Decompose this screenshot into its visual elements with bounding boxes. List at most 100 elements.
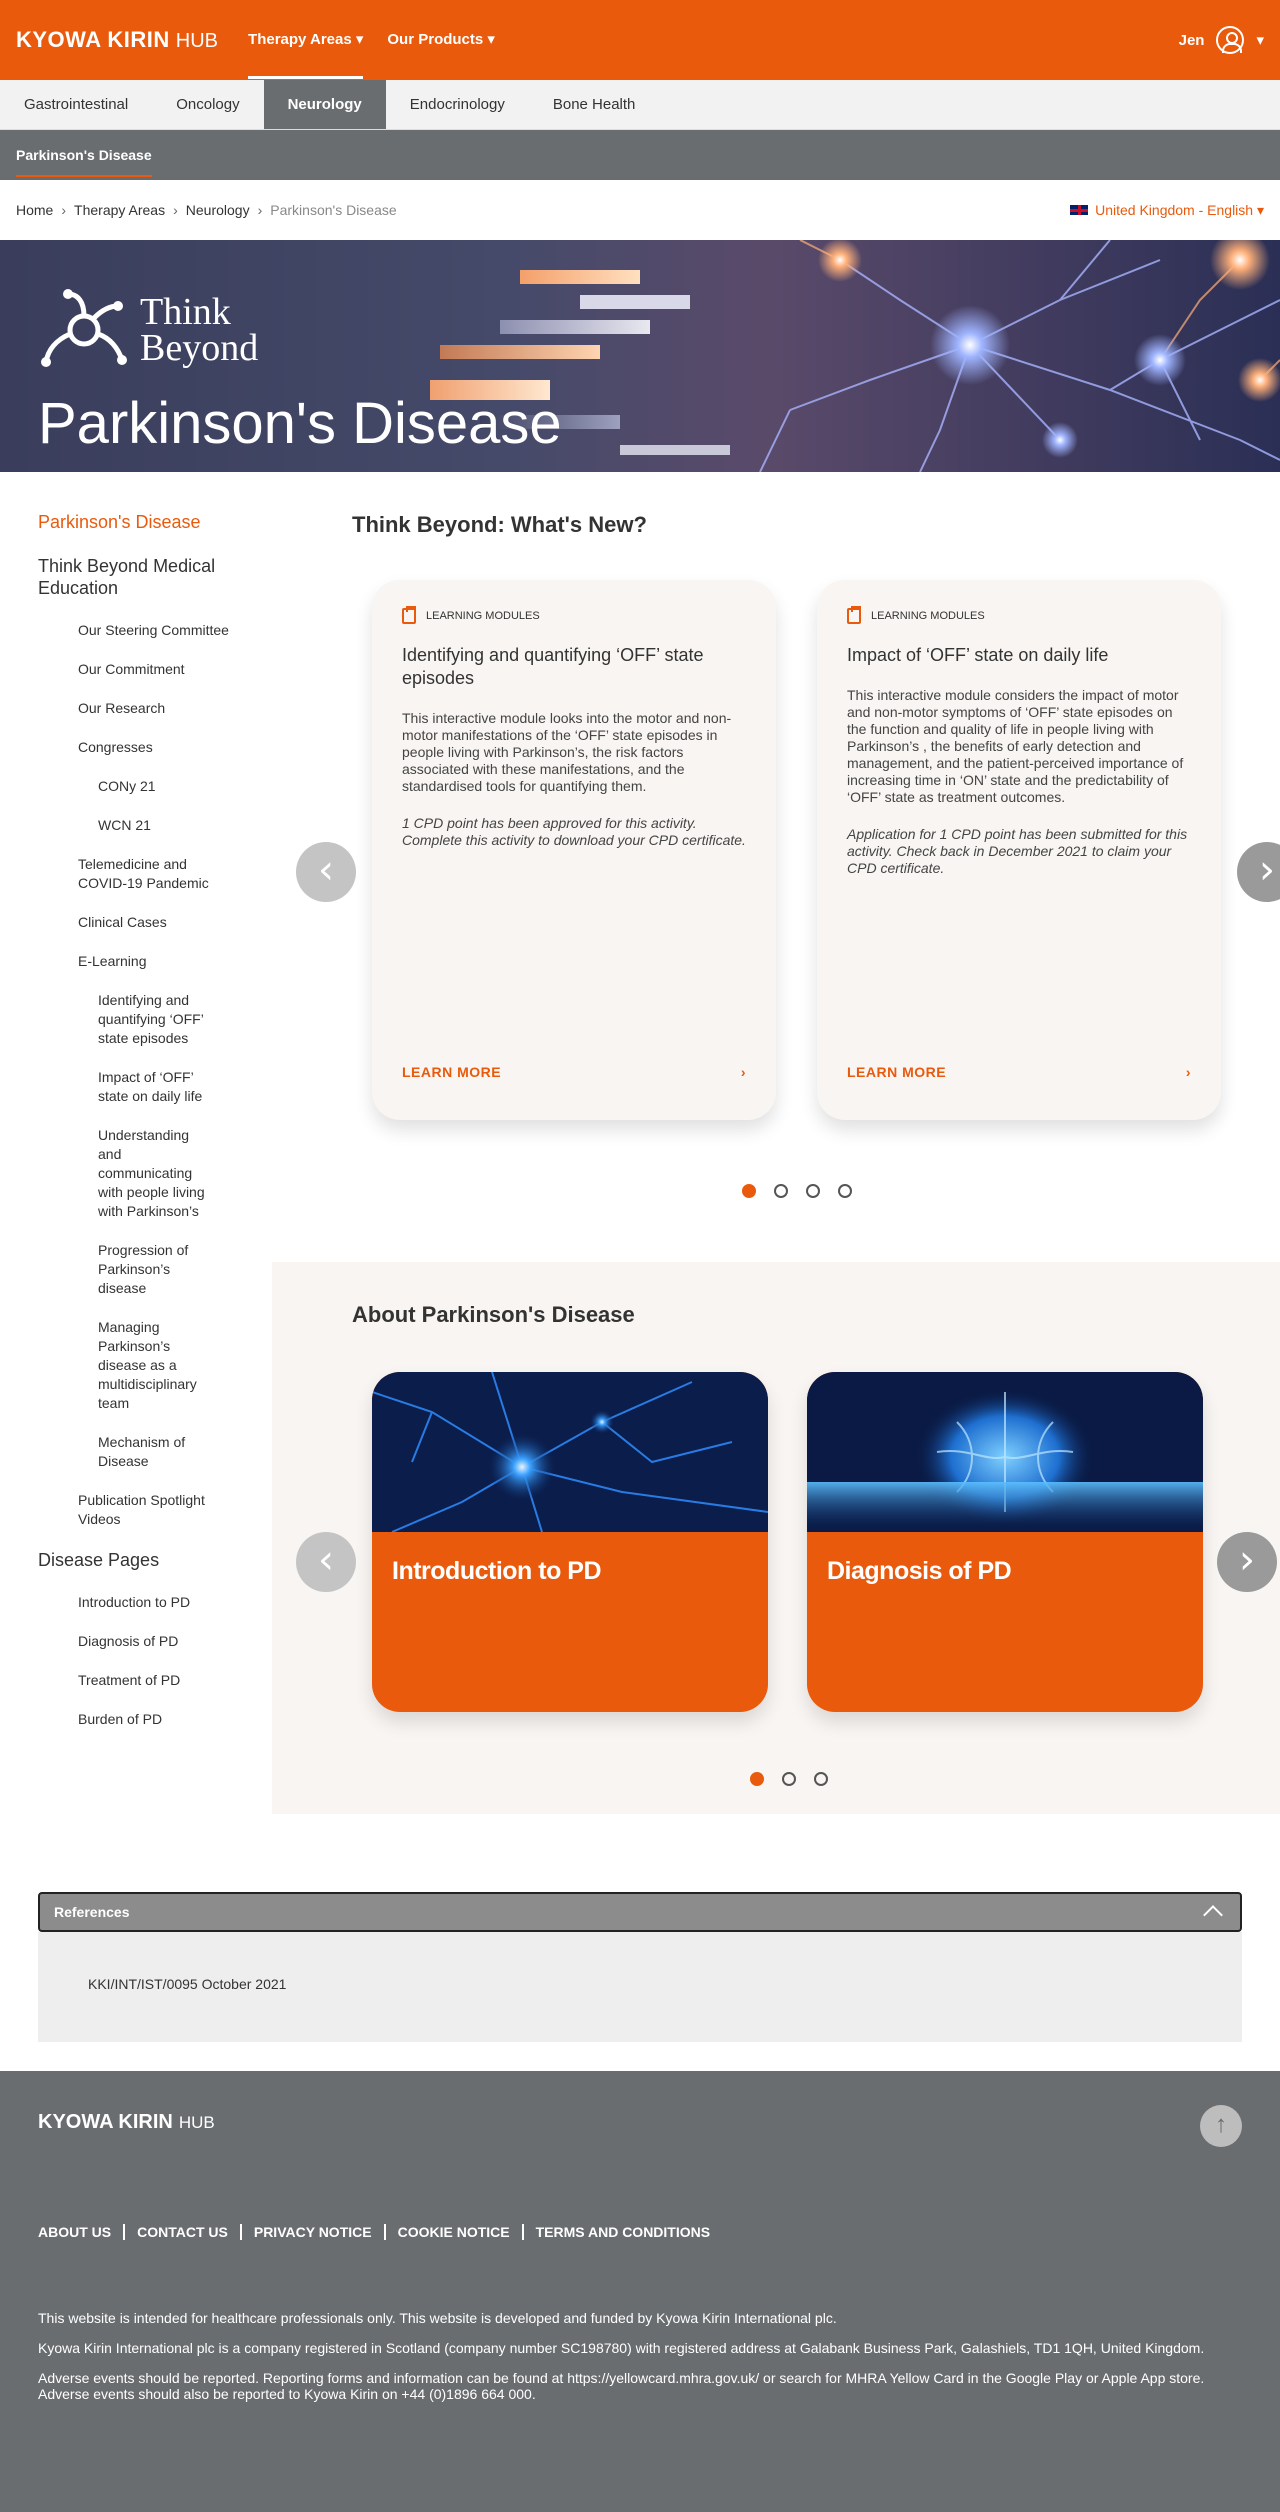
sidebar-item-clinical-cases[interactable]: Clinical Cases bbox=[38, 913, 238, 932]
footer-link-cookie[interactable]: COOKIE NOTICE bbox=[383, 2224, 522, 2240]
references-toggle[interactable]: References bbox=[38, 1892, 1242, 1932]
sidebar-item-commitment[interactable]: Our Commitment bbox=[38, 660, 238, 679]
sidebar-item-mechanism[interactable]: Mechanism of Disease bbox=[38, 1433, 188, 1471]
whats-new-title: Think Beyond: What's New? bbox=[352, 512, 647, 537]
references-panel: References KKI/INT/IST/0095 October 2021 bbox=[38, 1892, 1242, 2042]
about-carousel-next-button[interactable]: › bbox=[1217, 1532, 1277, 1592]
sub-nav: Parkinson's Disease bbox=[0, 130, 1280, 180]
card-title[interactable]: Identifying and quantifying ‘OFF’ state … bbox=[402, 644, 746, 690]
footer-link-about[interactable]: ABOUT US bbox=[38, 2224, 123, 2240]
sidebar-item-publication-spotlight[interactable]: Publication Spotlight Videos bbox=[38, 1491, 238, 1529]
carousel-dot[interactable] bbox=[750, 1772, 764, 1786]
module-card: LEARNING MODULES Impact of ‘OFF’ state o… bbox=[817, 580, 1221, 1120]
breadcrumb-chevron-icon: › bbox=[257, 202, 263, 218]
carousel-dot[interactable] bbox=[742, 1184, 756, 1198]
logo-hub: HUB bbox=[175, 30, 219, 52]
neuron-image bbox=[372, 1372, 768, 1533]
tab-oncology[interactable]: Oncology bbox=[152, 80, 263, 129]
uk-flag-icon bbox=[1069, 204, 1090, 216]
tab-endocrinology[interactable]: Endocrinology bbox=[386, 80, 529, 129]
sidebar-item-congresses[interactable]: Congresses bbox=[38, 738, 238, 757]
sidebar-item-understanding[interactable]: Understanding and communicating with peo… bbox=[38, 1126, 208, 1221]
footer-logo-brand: KYOWA KIRIN bbox=[38, 2111, 173, 2133]
language-selector[interactable]: United Kingdom - English ▾ bbox=[1069, 202, 1264, 219]
hero-light-stripe bbox=[440, 345, 600, 359]
hero-light-stripe bbox=[520, 270, 640, 284]
sidebar-item-telemedicine[interactable]: Telemedicine and COVID-19 Pandemic bbox=[38, 855, 238, 893]
breadcrumb-home[interactable]: Home bbox=[16, 202, 53, 218]
intro-pd-label: Introduction to PD bbox=[392, 1557, 602, 1585]
breadcrumb-therapy-areas[interactable]: Therapy Areas bbox=[74, 202, 165, 218]
tab-bone-health[interactable]: Bone Health bbox=[529, 80, 660, 129]
sidebar-item-diagnosis-pd[interactable]: Diagnosis of PD bbox=[38, 1632, 238, 1651]
diagnosis-pd-label: Diagnosis of PD bbox=[827, 1557, 1012, 1585]
hero-light-stripe bbox=[580, 295, 690, 309]
sidebar-item-steering-committee[interactable]: Our Steering Committee bbox=[38, 621, 238, 640]
about-carousel-prev-button[interactable]: ‹ bbox=[296, 1532, 356, 1592]
about-carousel-dots bbox=[750, 1772, 828, 1786]
sidebar-heading-medical-education[interactable]: Think Beyond Medical Education bbox=[38, 555, 272, 599]
references-title: References bbox=[54, 1904, 130, 1920]
sidebar-item-parkinsons[interactable]: Parkinson's Disease bbox=[38, 512, 272, 533]
learn-more-link[interactable]: LEARN MORE › bbox=[847, 1064, 1191, 1080]
carousel-dot[interactable] bbox=[806, 1184, 820, 1198]
carousel-dot[interactable] bbox=[782, 1772, 796, 1786]
card-tag: LEARNING MODULES bbox=[402, 606, 746, 624]
carousel-dot[interactable] bbox=[814, 1772, 828, 1786]
carousel-dots bbox=[742, 1184, 852, 1198]
tab-neurology[interactable]: Neurology bbox=[263, 80, 386, 129]
breadcrumb-bar: Home › Therapy Areas › Neurology › Parki… bbox=[0, 180, 1280, 240]
carousel-next-button[interactable]: › bbox=[1237, 842, 1280, 902]
card-tag-label: LEARNING MODULES bbox=[871, 610, 985, 622]
footer-link-contact[interactable]: CONTACT US bbox=[123, 2224, 240, 2240]
nav-our-products[interactable]: Our Products ▾ bbox=[387, 2, 495, 79]
sidebar-item-intro-pd[interactable]: Introduction to PD bbox=[38, 1593, 238, 1612]
learn-more-link[interactable]: LEARN MORE › bbox=[402, 1064, 746, 1080]
diagnosis-pd-card[interactable]: Diagnosis of PD bbox=[807, 1372, 1203, 1712]
carousel-prev-button[interactable]: ‹ bbox=[296, 842, 356, 902]
sidebar-item-managing[interactable]: Managing Parkinson’s disease as a multid… bbox=[38, 1318, 197, 1413]
carousel-dot[interactable] bbox=[838, 1184, 852, 1198]
module-card: LEARNING MODULES Identifying and quantif… bbox=[372, 580, 776, 1120]
sidebar-item-elearning[interactable]: E-Learning bbox=[38, 952, 238, 971]
references-body: KKI/INT/IST/0095 October 2021 bbox=[38, 1932, 1242, 2042]
sidebar-item-wcn21[interactable]: WCN 21 bbox=[38, 816, 238, 835]
brain-scan-image bbox=[807, 1372, 1203, 1532]
hero-light-stripe bbox=[500, 320, 650, 334]
user-icon bbox=[1216, 26, 1245, 54]
sidebar-item-burden-pd[interactable]: Burden of PD bbox=[38, 1710, 238, 1729]
footer-link-privacy[interactable]: PRIVACY NOTICE bbox=[239, 2224, 384, 2240]
logo-brand: KYOWA KIRIN bbox=[16, 27, 170, 52]
footer-link-terms[interactable]: TERMS AND CONDITIONS bbox=[521, 2224, 722, 2240]
think-beyond-mark-icon bbox=[41, 289, 127, 367]
footer-note-hcp: This website is intended for healthcare … bbox=[38, 2310, 837, 2326]
sidebar-item-treatment-pd[interactable]: Treatment of PD bbox=[38, 1671, 238, 1690]
kyowa-kirin-logo[interactable]: KYOWA KIRIN HUB bbox=[16, 27, 218, 53]
sidebar-item-cony21[interactable]: CONy 21 bbox=[38, 777, 238, 796]
nav-therapy-areas[interactable]: Therapy Areas ▾ bbox=[248, 2, 364, 79]
tab-gastrointestinal[interactable]: Gastrointestinal bbox=[0, 80, 152, 129]
back-to-top-button[interactable]: ↑ bbox=[1200, 2105, 1242, 2147]
user-menu[interactable]: Jen ▾ bbox=[1179, 26, 1264, 54]
subnav-parkinsons[interactable]: Parkinson's Disease bbox=[16, 133, 152, 177]
top-nav: Therapy Areas ▾ Our Products ▾ bbox=[248, 2, 495, 79]
hero-title: Parkinson's Disease bbox=[38, 391, 562, 456]
sidebar-item-off-episodes[interactable]: Identifying and quantifying ‘OFF’ state … bbox=[38, 991, 208, 1048]
sidebar-item-progression[interactable]: Progression of Parkinson’s disease bbox=[38, 1241, 208, 1298]
sidebar: Parkinson's Disease Think Beyond Medical… bbox=[0, 472, 272, 1814]
breadcrumb-neurology[interactable]: Neurology bbox=[186, 202, 250, 218]
breadcrumb-current: Parkinson's Disease bbox=[270, 202, 397, 218]
user-name: Jen bbox=[1178, 31, 1205, 49]
footer-note-adverse: Adverse events should be reported. Repor… bbox=[38, 2370, 1205, 2386]
card-title[interactable]: Impact of ‘OFF’ state on daily life bbox=[847, 644, 1191, 667]
therapy-tabs: Gastrointestinal Oncology Neurology Endo… bbox=[0, 80, 1280, 130]
think-line-2: Beyond bbox=[140, 327, 259, 369]
sidebar-heading-disease-pages[interactable]: Disease Pages bbox=[38, 1549, 272, 1571]
footer-note-adverse-kyowa: Adverse events should also be reported t… bbox=[38, 2386, 536, 2402]
sidebar-item-off-daily-life[interactable]: Impact of ‘OFF’ state on daily life bbox=[38, 1068, 208, 1106]
about-section: About Parkinson's Disease Introduction t… bbox=[272, 1262, 1280, 1814]
footer-logo[interactable]: KYOWA KIRIN HUB bbox=[38, 2111, 1242, 2134]
intro-pd-card[interactable]: Introduction to PD bbox=[372, 1372, 768, 1712]
sidebar-item-research[interactable]: Our Research bbox=[38, 699, 238, 718]
carousel-dot[interactable] bbox=[774, 1184, 788, 1198]
